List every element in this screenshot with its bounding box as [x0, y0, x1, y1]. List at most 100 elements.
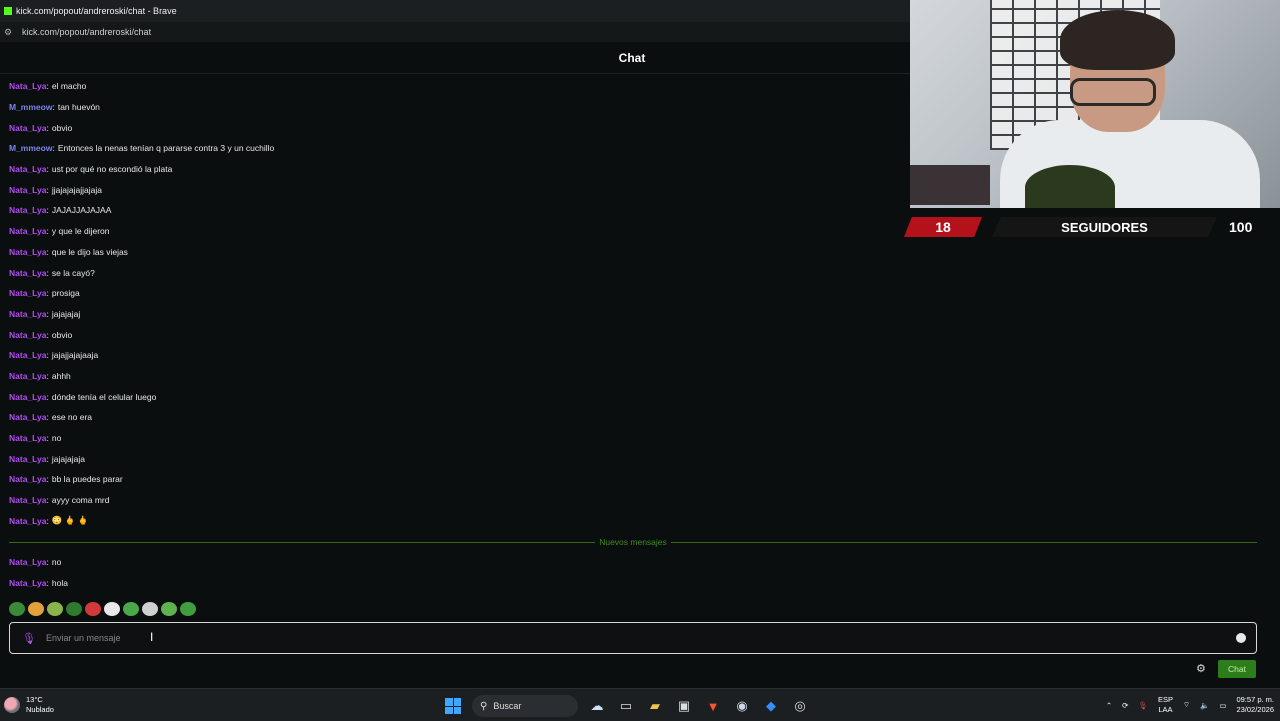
chat-username[interactable]: Nata_Lya [9, 433, 46, 443]
chat-message: Nata_Lya: jajajjajajaaja [9, 345, 899, 366]
emote-3-icon[interactable] [47, 602, 63, 616]
weather-condition: Nublado [26, 705, 54, 714]
brave-browser-icon[interactable]: ▼ [703, 696, 723, 716]
username-separator: : [46, 288, 49, 299]
pepe-emote-icon[interactable] [9, 602, 25, 616]
username-separator: : [46, 350, 49, 361]
chat-username[interactable]: Nata_Lya [9, 578, 46, 588]
search-label: Buscar [493, 701, 522, 711]
emote-10-icon[interactable] [180, 602, 196, 616]
app-blue-icon[interactable]: ◆ [761, 696, 781, 716]
chat-message: Nata_Lya: jajajajaj [9, 304, 899, 325]
emote-7-icon[interactable] [123, 602, 139, 616]
file-explorer-icon[interactable]: ▰ [645, 696, 665, 716]
chat-input-box[interactable]: 🎙 [9, 622, 1257, 654]
chat-username[interactable]: Nata_Lya [9, 309, 46, 319]
site-info-icon[interactable]: ⚙ [4, 27, 16, 38]
chat-username[interactable]: Nata_Lya [9, 164, 46, 174]
divider-line-left [9, 541, 596, 543]
microphone-icon[interactable]: 🎙 [22, 632, 36, 645]
emoji-picker-icon[interactable] [1236, 633, 1246, 643]
store-icon[interactable]: ▣ [674, 696, 694, 716]
username-separator: : [46, 370, 49, 381]
new-message-list: Nata_Lya: no Nata_Lya: hola [9, 552, 899, 593]
chat-message-input[interactable] [44, 632, 1236, 644]
chat-username[interactable]: Nata_Lya [9, 371, 46, 381]
chat-username[interactable]: Nata_Lya [9, 247, 46, 257]
chat-username[interactable]: Nata_Lya [9, 226, 46, 236]
username-separator: : [46, 495, 49, 506]
clock-time: 09:57 p. m. [1236, 695, 1274, 704]
address-bar[interactable]: ⚙ kick.com/popout/andreroski/chat [0, 22, 910, 42]
tray-overflow-chevron-up-icon[interactable]: ⌃ [1106, 701, 1112, 710]
chat-username[interactable]: Nata_Lya [9, 516, 46, 526]
chat-message-text: y que le dijeron [51, 226, 110, 237]
username-separator: : [52, 102, 55, 113]
chat-message: Nata_Lya: 😳 🖕 🖕 [9, 510, 899, 531]
chat-username[interactable]: Nata_Lya [9, 557, 46, 567]
chat-username[interactable]: Nata_Lya [9, 123, 46, 133]
emote-6-icon[interactable] [104, 602, 120, 616]
send-chat-button[interactable]: Chat [1218, 660, 1256, 678]
emote-9-icon[interactable] [161, 602, 177, 616]
window-title: kick.com/popout/andreroski/chat - Brave [16, 6, 177, 16]
start-windows-icon[interactable] [443, 696, 463, 716]
chat-message: Nata_Lya: no [9, 552, 899, 573]
steam-icon[interactable]: ◉ [732, 696, 752, 716]
chat-username[interactable]: Nata_Lya [9, 288, 46, 298]
streamer-glasses [1070, 78, 1156, 106]
volume-icon[interactable]: 🔈 [1200, 701, 1209, 710]
system-tray: ⌃ ⟳ 🎙 ESP LAA ⌔ 🔈 ▭ 09:57 p. m. 23/02/20… [1106, 695, 1274, 715]
username-separator: : [46, 391, 49, 402]
divider-line-right [670, 541, 1257, 543]
url-text[interactable]: kick.com/popout/andreroski/chat [22, 27, 151, 37]
weather-temperature: 13°C [26, 695, 43, 704]
chat-username[interactable]: Nata_Lya [9, 185, 46, 195]
sync-icon[interactable]: ⟳ [1122, 701, 1128, 710]
chat-message: Nata_Lya: obvio [9, 324, 899, 345]
chat-username[interactable]: M_mmeow [9, 102, 52, 112]
weather-widget[interactable]: 13°C Nublado [4, 695, 54, 715]
emote-8-icon[interactable] [142, 602, 158, 616]
wifi-icon[interactable]: ⌔ [1183, 700, 1190, 710]
emote-4-icon[interactable] [66, 602, 82, 616]
chat-username[interactable]: Nata_Lya [9, 474, 46, 484]
chat-message: Nata_Lya: ust por qué no escondió la plat… [9, 159, 899, 180]
taskbar-search[interactable]: ⚲ Buscar [472, 695, 578, 717]
chat-message-text: ust por qué no escondió la plata [51, 164, 173, 175]
username-separator: : [46, 122, 49, 133]
widgets-icon[interactable]: ☁ [587, 696, 607, 716]
username-separator: : [46, 474, 49, 485]
new-messages-label: Nuevos mensajes [599, 537, 667, 547]
chat-username[interactable]: Nata_Lya [9, 81, 46, 91]
emote-5-icon[interactable] [85, 602, 101, 616]
username-separator: : [46, 164, 49, 175]
emote-2-icon[interactable] [28, 602, 44, 616]
clock-date: 23/02/2026 [1236, 705, 1274, 714]
chat-username[interactable]: Nata_Lya [9, 392, 46, 402]
chat-username[interactable]: Nata_Lya [9, 495, 46, 505]
chat-username[interactable]: Nata_Lya [9, 412, 46, 422]
chat-username[interactable]: Nata_Lya [9, 205, 46, 215]
chat-message-text: prosiga [51, 288, 80, 299]
username-separator: : [46, 184, 49, 195]
obs-icon[interactable]: ◎ [790, 696, 810, 716]
clock[interactable]: 09:57 p. m. 23/02/2026 [1236, 695, 1274, 715]
chat-message-text: no [51, 557, 62, 568]
username-separator: : [46, 433, 49, 444]
chat-message-text: bb la puedes parar [51, 474, 123, 485]
chat-username[interactable]: Nata_Lya [9, 454, 46, 464]
chat-username[interactable]: Nata_Lya [9, 268, 46, 278]
language-indicator[interactable]: ESP LAA [1158, 695, 1173, 715]
chat-username[interactable]: Nata_Lya [9, 350, 46, 360]
microphone-tray-icon[interactable]: 🎙 [1138, 701, 1148, 710]
username-separator: : [46, 226, 49, 237]
battery-icon[interactable]: ▭ [1219, 701, 1226, 710]
username-separator: : [46, 267, 49, 278]
task-view-icon[interactable]: ▭ [616, 696, 636, 716]
chat-username[interactable]: Nata_Lya [9, 330, 46, 340]
chat-username[interactable]: M_mmeow [9, 143, 52, 153]
streamer-hair [1060, 10, 1175, 70]
chat-settings-gear-icon[interactable]: ⚙ [1196, 662, 1206, 675]
chat-message-text: dónde tenía el celular luego [51, 391, 157, 402]
